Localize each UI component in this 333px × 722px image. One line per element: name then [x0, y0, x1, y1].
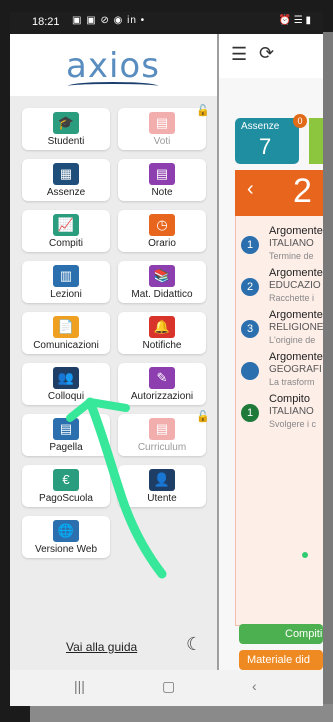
android-nav-bar: ||| ▢ ‹ [10, 670, 323, 706]
green-arrow-annotation [66, 397, 167, 579]
frame-shadow-right [322, 32, 333, 722]
frame-shadow-bottom [30, 704, 333, 722]
back-button[interactable]: ‹ [252, 678, 257, 694]
screenshot-frame: 18:21 ▣ ▣ ⊘ ◉ in • ⏰ ☰ ▮ ☰ ⟳ Assenze 7 0… [0, 0, 333, 722]
home-button[interactable]: ▢ [162, 678, 175, 695]
recent-apps-button[interactable]: ||| [74, 678, 85, 694]
phone-screen: 18:21 ▣ ▣ ⊘ ◉ in • ⏰ ☰ ▮ ☰ ⟳ Assenze 7 0… [10, 12, 323, 706]
